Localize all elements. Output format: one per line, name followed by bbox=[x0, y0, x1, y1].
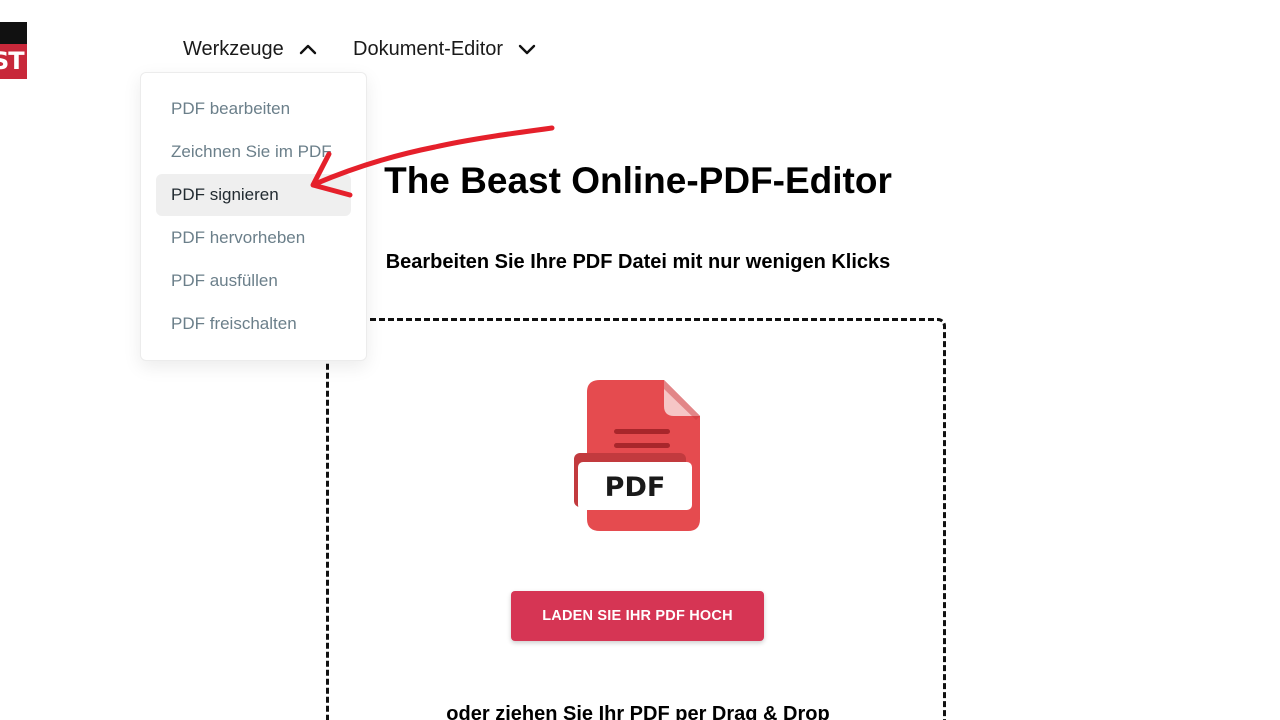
drag-drop-hint: oder ziehen Sie Ihr PDF per Drag & Drop bbox=[446, 703, 830, 720]
menu-item-pdf-hervorheben[interactable]: PDF hervorheben bbox=[156, 217, 351, 259]
logo[interactable]: ST bbox=[0, 22, 27, 79]
menu-item-pdf-freischalten[interactable]: PDF freischalten bbox=[156, 303, 351, 345]
nav-werkzeuge[interactable]: Werkzeuge bbox=[183, 36, 318, 62]
logo-text: ST bbox=[0, 47, 25, 75]
upload-pdf-button[interactable]: LADEN SIE IHR PDF HOCH bbox=[511, 591, 764, 641]
pdf-file-icon: PDF bbox=[574, 380, 700, 531]
page: ST Werkzeuge Dokument-Editor PDF bearbei… bbox=[0, 0, 1280, 720]
menu-item-zeichnen[interactable]: Zeichnen Sie im PDF bbox=[156, 131, 351, 173]
menu-item-pdf-ausfuellen[interactable]: PDF ausfüllen bbox=[156, 260, 351, 302]
nav-dokument-editor[interactable]: Dokument-Editor bbox=[353, 36, 537, 62]
nav-werkzeuge-label: Werkzeuge bbox=[183, 37, 284, 60]
werkzeuge-dropdown-menu: PDF bearbeiten Zeichnen Sie im PDF PDF s… bbox=[140, 72, 367, 361]
pdf-icon-label: PDF bbox=[605, 472, 666, 503]
chevron-up-icon bbox=[298, 39, 318, 59]
nav-editor-label: Dokument-Editor bbox=[353, 37, 504, 60]
menu-item-pdf-bearbeiten[interactable]: PDF bearbeiten bbox=[156, 88, 351, 130]
chevron-down-icon bbox=[517, 39, 537, 59]
menu-item-pdf-signieren[interactable]: PDF signieren bbox=[156, 174, 351, 216]
